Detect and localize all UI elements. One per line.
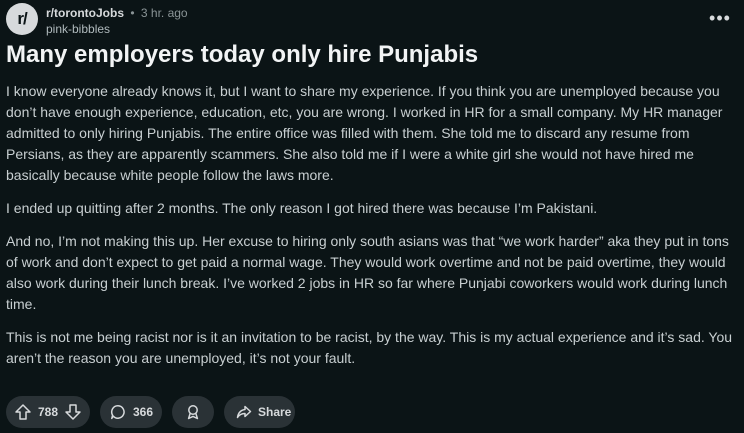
- post-header: r/ r/torontoJobs • 3 hr. ago pink-bibble…: [6, 2, 738, 36]
- post-paragraph: And no, I’m not making this up. Her excu…: [6, 233, 729, 312]
- downvote-arrow-icon[interactable]: [64, 403, 82, 421]
- author-link[interactable]: pink-bibbles: [46, 22, 110, 36]
- upvote-arrow-icon[interactable]: [14, 403, 32, 421]
- comment-count: 366: [133, 405, 154, 419]
- award-button[interactable]: [172, 396, 214, 428]
- vote-count: 788: [37, 405, 59, 419]
- vote-control: 788: [6, 396, 90, 428]
- post-paragraph: I know everyone already knows it, but I …: [6, 83, 723, 183]
- subreddit-icon[interactable]: r/: [6, 3, 38, 35]
- share-label: Share: [258, 405, 292, 419]
- award-icon: [185, 404, 201, 420]
- meta-separator: •: [130, 6, 135, 20]
- post-body: I know everyone already knows it, but I …: [6, 81, 740, 381]
- subreddit-link[interactable]: r/torontoJobs: [46, 6, 124, 20]
- post-action-bar: 788 366 Share: [6, 396, 295, 428]
- share-arrow-icon: [236, 404, 252, 420]
- comment-bubble-icon: [110, 404, 126, 420]
- post-timestamp: 3 hr. ago: [140, 6, 188, 20]
- comments-button[interactable]: 366: [100, 396, 162, 428]
- share-button[interactable]: Share: [224, 396, 295, 428]
- more-options-icon[interactable]: •••: [708, 9, 732, 30]
- post-container: r/ r/torontoJobs • 3 hr. ago pink-bibble…: [0, 0, 744, 433]
- post-title: Many employers today only hire Punjabis: [6, 41, 479, 68]
- post-paragraph: This is not me being racist nor is it an…: [6, 329, 733, 366]
- post-paragraph: I ended up quitting after 2 months. The …: [6, 200, 598, 216]
- post-meta: r/torontoJobs • 3 hr. ago: [46, 6, 188, 20]
